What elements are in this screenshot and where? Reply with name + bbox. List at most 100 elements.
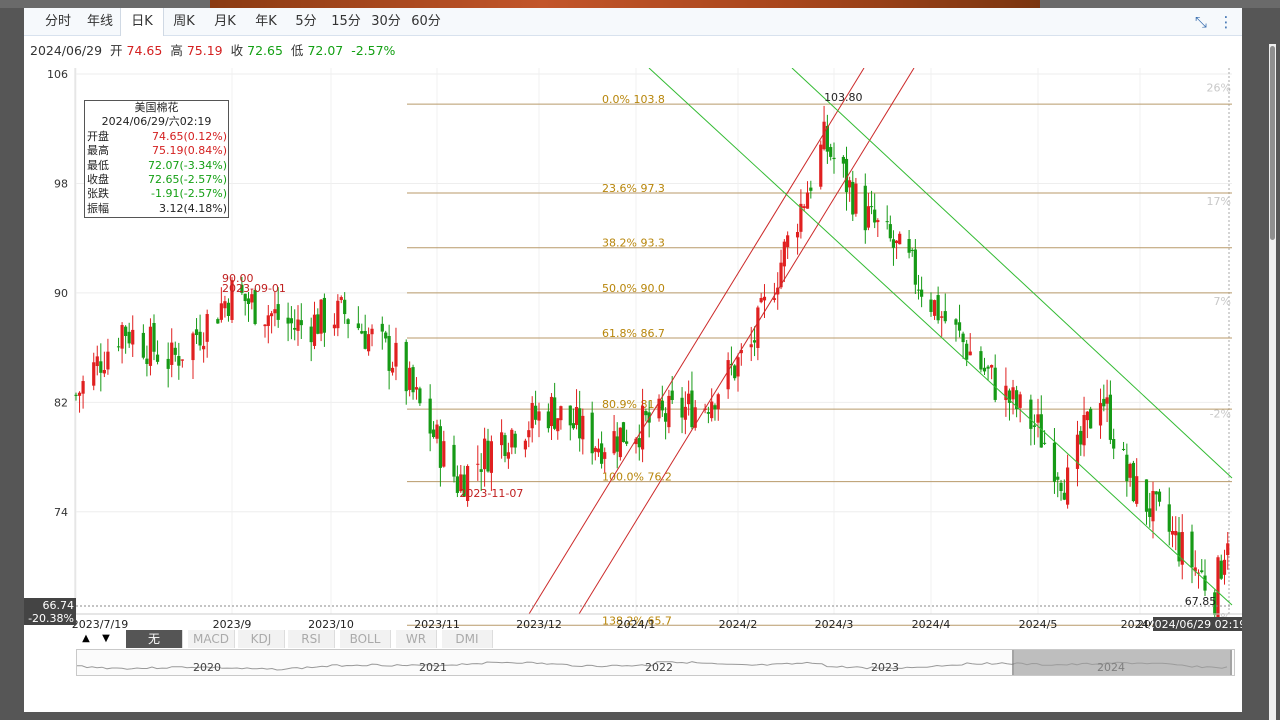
info-row: 最高 75.19(0.84%)	[86, 144, 227, 158]
candle-body	[250, 294, 254, 303]
indicator-dmi[interactable]: DMI	[442, 630, 493, 648]
candle-body	[431, 429, 436, 438]
candle-body	[913, 249, 917, 285]
candle-body	[986, 366, 990, 369]
tab-8[interactable]: 30分	[366, 8, 406, 35]
candle-body	[670, 390, 674, 401]
candle-body	[102, 369, 106, 374]
tab-0[interactable]: 分时	[38, 8, 78, 35]
candle-body	[680, 397, 684, 418]
candle-body	[683, 406, 687, 420]
indicator-macd[interactable]: MACD	[188, 630, 235, 648]
candle-body	[910, 249, 914, 251]
candle-body	[851, 181, 855, 215]
candle-body	[296, 319, 300, 331]
candle-body	[198, 331, 202, 346]
candle-body	[568, 405, 572, 426]
candle-body	[510, 429, 514, 448]
overview-navigator[interactable]: 20202021202220232024	[76, 649, 1235, 676]
candle-body	[360, 331, 364, 334]
info-row: 开盘 74.65(0.12%)	[86, 130, 227, 144]
candle-body	[394, 342, 398, 367]
candle-body	[625, 441, 629, 444]
trend-channel-line	[648, 68, 1233, 606]
candle-body	[612, 431, 616, 454]
candle-body	[759, 297, 763, 303]
candle-body	[553, 397, 557, 429]
candle-body	[527, 430, 531, 438]
candle-body	[1059, 482, 1063, 492]
candle-body	[876, 220, 880, 223]
fib-label: 0.0% 103.8	[602, 93, 665, 106]
scroll-down-arrow[interactable]: ▼	[96, 630, 116, 648]
x-tick-label: 2024/3	[815, 618, 854, 631]
quote-open-label: 开	[110, 43, 123, 58]
info-value: 74.65(0.12%)	[151, 129, 227, 143]
tab-4[interactable]: 月K	[204, 8, 246, 35]
candle-body	[664, 413, 668, 422]
candle-body	[428, 398, 432, 434]
tab-6[interactable]: 5分	[286, 8, 326, 35]
candle-body	[155, 354, 160, 362]
candle-body	[1144, 479, 1149, 512]
indicator-rsi[interactable]: RSI	[288, 630, 335, 648]
candle-body	[205, 314, 209, 342]
candle-body	[736, 357, 740, 377]
indicator-boll[interactable]: BOLL	[340, 630, 391, 648]
candle-body	[929, 299, 933, 312]
page-scrollbar-thumb[interactable]	[1270, 46, 1275, 240]
y-tick-label: 74	[54, 506, 68, 519]
tab-9[interactable]: 60分	[406, 8, 446, 35]
candle-body	[961, 333, 965, 343]
candle-body	[599, 443, 604, 464]
candle-body	[1151, 490, 1155, 522]
candle-body	[1056, 476, 1060, 480]
candle-body	[782, 241, 786, 267]
tab-1[interactable]: 年线	[80, 8, 120, 35]
more-icon[interactable]: ⋮	[1216, 12, 1236, 32]
tab-2[interactable]: 日K	[120, 8, 164, 36]
candle-body	[339, 297, 343, 301]
x-tick-label: 2024/5	[1019, 618, 1058, 631]
indicator-wr[interactable]: WR	[396, 630, 437, 648]
period-tabbar: 分时 年线 日K 周K 月K 年K 5分 15分 30分 60分	[24, 8, 1242, 36]
tab-3[interactable]: 周K	[164, 8, 204, 35]
candle-body	[1157, 491, 1162, 502]
candle-body	[982, 367, 987, 372]
x-tick-label: 2024/2	[719, 618, 758, 631]
candle-body	[762, 296, 767, 301]
candle-body	[932, 300, 937, 316]
annotation-label: 2023-11-07	[459, 487, 523, 500]
info-label: 张跌	[87, 187, 109, 201]
candle-body	[590, 412, 594, 454]
candle-body	[483, 438, 487, 470]
candle-body	[246, 298, 251, 305]
candle-body	[180, 359, 184, 361]
candle-body	[1085, 411, 1089, 421]
scroll-up-arrow[interactable]: ▲	[76, 630, 96, 648]
candle-body	[756, 307, 760, 348]
candle-body	[1135, 476, 1139, 504]
candle-body	[1042, 442, 1047, 444]
candle-body	[106, 351, 110, 370]
candle-body	[219, 303, 223, 320]
candle-body	[706, 412, 710, 414]
indicator-无[interactable]: 无	[126, 630, 183, 648]
candle-body	[819, 144, 823, 187]
indicator-kdj[interactable]: KDJ	[238, 630, 285, 648]
collapse-icon[interactable]: ⤡	[1191, 12, 1211, 32]
overview-range-handle[interactable]	[1012, 650, 1232, 675]
candle-body	[489, 441, 493, 473]
candle-body	[1216, 557, 1220, 618]
candle-body	[603, 452, 607, 459]
candle-body	[216, 319, 220, 324]
info-value: 72.65(-2.57%)	[148, 173, 227, 187]
tab-5[interactable]: 年K	[246, 8, 286, 35]
candle-body	[873, 209, 877, 223]
candle-body	[993, 367, 997, 400]
candle-body	[276, 304, 280, 320]
candle-body	[1102, 398, 1106, 407]
candle-body	[404, 341, 408, 392]
tab-7[interactable]: 15分	[326, 8, 366, 35]
candle-body	[479, 469, 483, 472]
